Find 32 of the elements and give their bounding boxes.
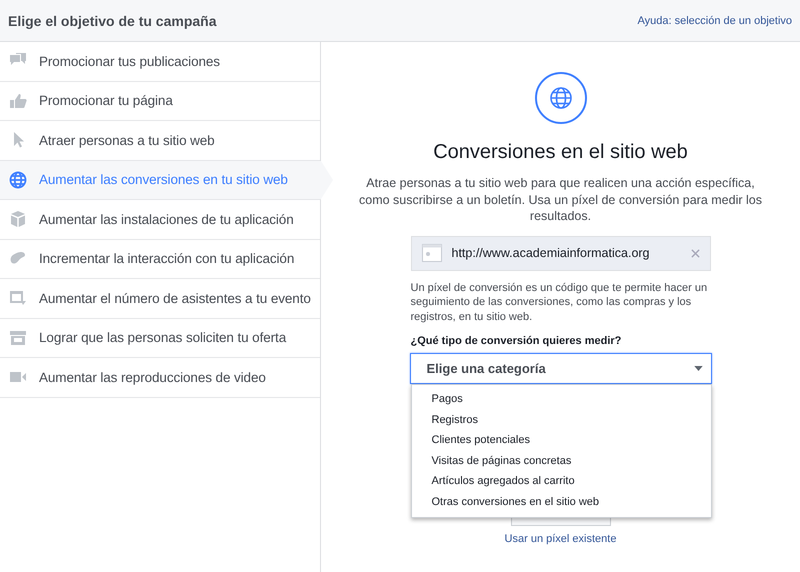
objective-item[interactable]: Incrementar la interacción con tu aplicación — [0, 240, 320, 279]
caret-icon — [694, 366, 702, 371]
objective-item[interactable]: Promocionar tus publicaciones — [0, 42, 320, 82]
url-text: http://www.academiainformatica.org — [452, 246, 651, 260]
menu-option[interactable]: Artículos agregados al carrito — [412, 471, 710, 492]
url-field[interactable]: http://www.academiainformatica.org — [410, 236, 710, 270]
menu-option[interactable]: Otras conversiones en el sitio web — [412, 492, 710, 512]
storefront-icon — [9, 328, 27, 347]
cube-icon — [9, 210, 27, 228]
globe-icon — [534, 71, 588, 125]
calendar-icon — [9, 289, 27, 308]
menu-option[interactable]: Clientes potenciales — [412, 430, 710, 450]
existing-pixel-link[interactable]: Usar un píxel existente — [504, 533, 616, 545]
page-icon — [422, 244, 442, 262]
menu-option[interactable]: Pagos — [412, 389, 710, 410]
help-link[interactable]: Ayuda: selección de un objetivo — [637, 14, 792, 26]
objective-item[interactable]: Aumentar las instalaciones de tu aplicación — [0, 200, 320, 240]
page-title: Elige el objetivo de tu campaña — [8, 12, 216, 28]
objective-item[interactable]: Aumentar el número de asistentes a tu evento — [0, 279, 320, 318]
objective-description: Atrae personas a tu sitio web para que realicen una acción específica, como suscribirse a un boletín. Usa un píxel de conversión para medir los resultados. — [358, 175, 763, 224]
menu-option[interactable]: Registros — [412, 410, 710, 430]
question-label: ¿Qué tipo de conversión quieres medir? — [410, 335, 622, 347]
pixel-description: Un píxel de conversión es un código que te permite hacer un seguimiento de las conversiones, como las compras y los registros, en tu sitio web. — [410, 280, 708, 324]
globe-icon — [9, 170, 27, 189]
menu-option[interactable]: Visitas de páginas concretas — [412, 450, 710, 471]
objective-item[interactable]: Aumentar las reproducciones de video — [0, 358, 320, 398]
close-icon[interactable] — [690, 248, 700, 258]
category-dropdown[interactable]: Elige una categoría — [410, 353, 712, 384]
objective-title: Conversiones en el sitio web — [433, 141, 688, 164]
objective-item[interactable]: Promocionar tu página — [0, 82, 320, 121]
thumbs-up-icon — [9, 92, 27, 110]
objective-item[interactable]: Lograr que las personas soliciten tu oferta — [0, 318, 320, 358]
